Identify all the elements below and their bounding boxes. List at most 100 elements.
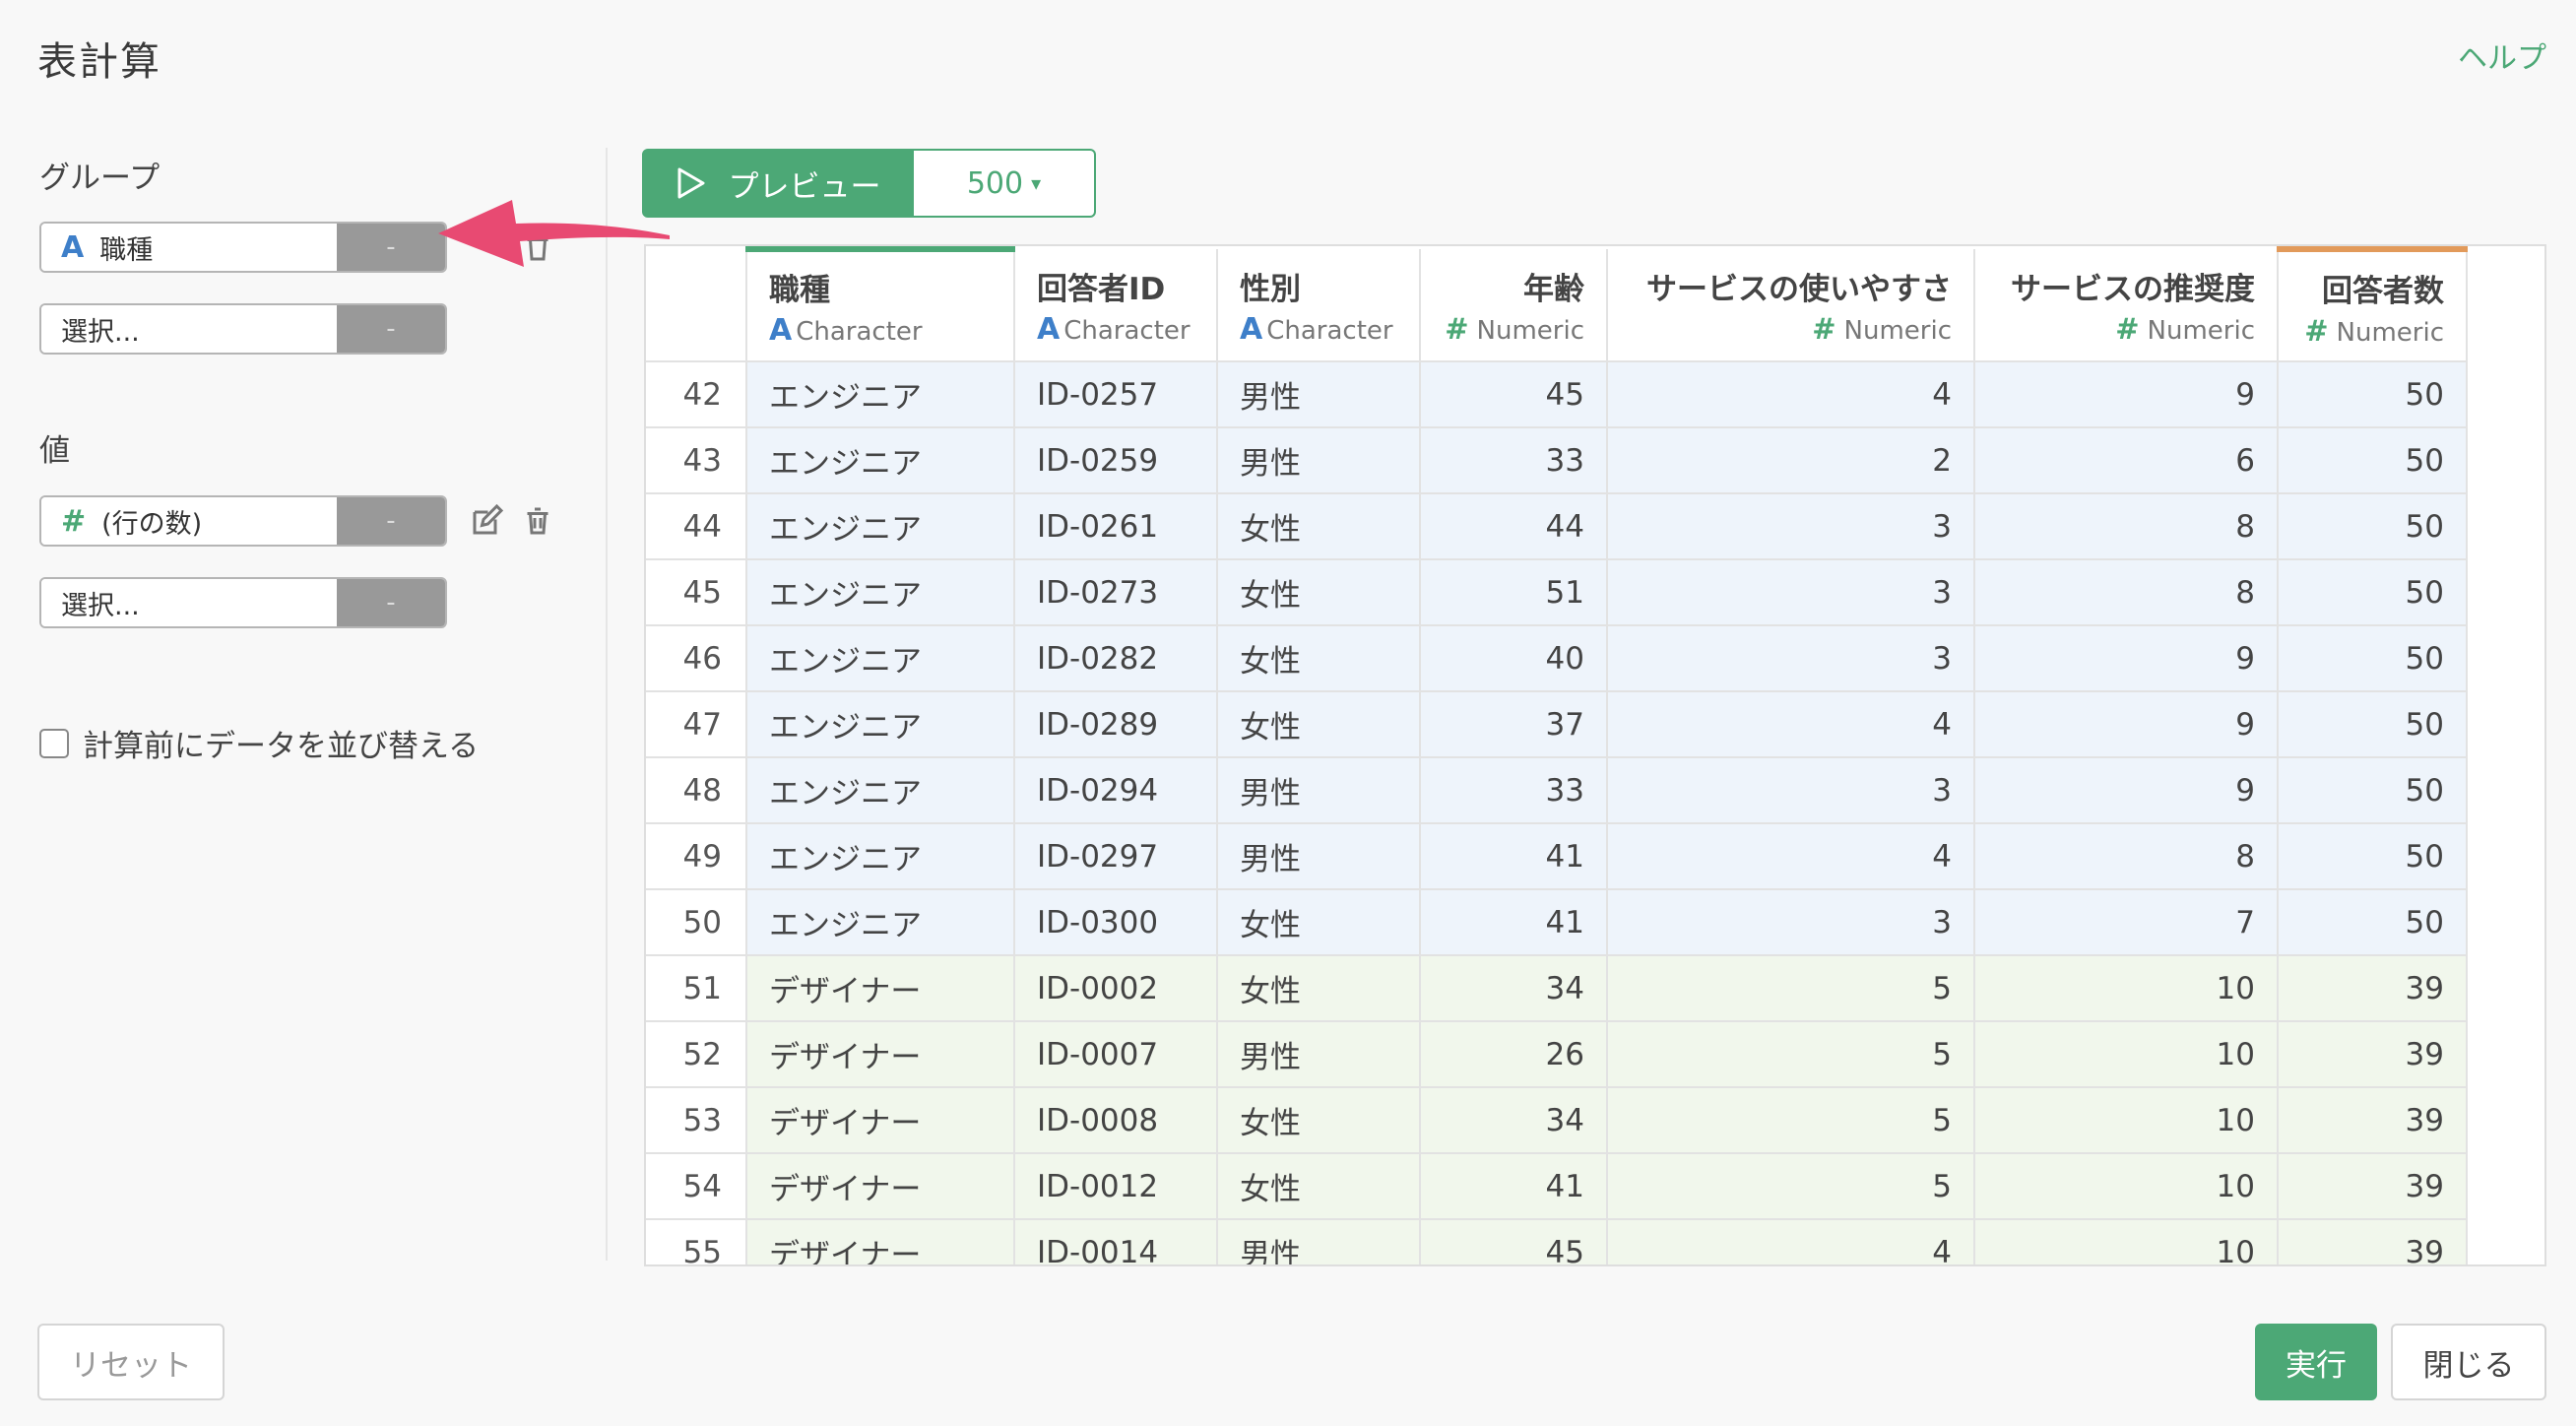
preview-count-select[interactable]: 500 ▾ [914, 149, 1096, 218]
table-cell: ID-0282 [1014, 625, 1218, 692]
panel-divider [606, 148, 608, 1261]
run-button[interactable]: 実行 [2255, 1324, 2377, 1400]
row-index: 54 [646, 1153, 747, 1220]
character-type-icon: A [61, 229, 85, 265]
row-index: 45 [646, 559, 747, 626]
numeric-type-icon: # [1812, 312, 1836, 346]
table-cell: ID-0294 [1014, 757, 1218, 824]
column-type: # Numeric [2300, 314, 2444, 348]
reset-button[interactable]: リセット [37, 1324, 225, 1400]
column-name: 回答者数 [2322, 273, 2444, 309]
column-name: サービスの使いやすさ [1646, 272, 1952, 307]
table-cell: 8 [1974, 823, 2279, 890]
table-cell: 33 [1420, 757, 1608, 824]
numeric-type-icon: # [1445, 312, 1469, 346]
column-header-occupation[interactable]: 職種 A Character [746, 246, 1015, 362]
table-cell: 4 [1607, 691, 1975, 758]
column-header-age[interactable]: 年齢 # Numeric [1420, 249, 1608, 362]
table-cell: 女性 [1217, 691, 1421, 758]
table-cell: 45 [1420, 361, 1608, 428]
group-select-2[interactable]: 選択... - [39, 303, 447, 355]
table-row[interactable]: 52 デザイナー ID-0007 男性 26 5 10 39 [646, 1021, 2468, 1088]
table-row[interactable]: 43 エンジニア ID-0259 男性 33 2 6 50 [646, 427, 2468, 494]
column-type: A Character [769, 313, 992, 348]
sort-before-calc-label: 計算前にデータを並び替える [83, 729, 480, 764]
preview-button[interactable]: プレビュー [642, 149, 914, 218]
table-row[interactable]: 44 エンジニア ID-0261 女性 44 3 8 50 [646, 493, 2468, 560]
group-select-2-remove-button[interactable]: - [337, 305, 445, 353]
value-select-1-remove-button[interactable]: - [337, 497, 445, 545]
value-select-1[interactable]: # (行の数) - [39, 495, 447, 547]
help-link[interactable]: ヘルプ [2458, 33, 2546, 77]
table-cell: 9 [1974, 361, 2279, 428]
value-section-label: 値 [39, 433, 70, 469]
group-select-1[interactable]: A 職種 - [39, 222, 447, 273]
table-cell: 10 [1974, 1153, 2279, 1220]
table-row[interactable]: 49 エンジニア ID-0297 男性 41 4 8 50 [646, 823, 2468, 890]
column-header-gender[interactable]: 性別 A Character [1217, 249, 1421, 362]
preview-toolbar: プレビュー 500 ▾ [642, 149, 1096, 218]
group-select-2-box[interactable]: 選択... [41, 305, 337, 353]
character-type-icon: A [1240, 311, 1263, 347]
table-cell: 3 [1607, 889, 1975, 956]
value-select-1-box[interactable]: # (行の数) [41, 497, 337, 545]
edit-icon[interactable] [469, 503, 504, 539]
preview-table[interactable]: 職種 A Character 回答者ID A Character 性別 A Chara… [644, 244, 2546, 1266]
table-row[interactable]: 45 エンジニア ID-0273 女性 51 3 8 50 [646, 559, 2468, 626]
table-row[interactable]: 47 エンジニア ID-0289 女性 37 4 9 50 [646, 691, 2468, 758]
column-header-recommendation[interactable]: サービスの推奨度 # Numeric [1974, 249, 2279, 362]
sort-before-calc-checkbox[interactable] [39, 728, 69, 758]
row-index: 51 [646, 955, 747, 1022]
column-header-respondent-count[interactable]: 回答者数 # Numeric [2278, 246, 2468, 362]
column-type-label: Numeric [2147, 316, 2255, 346]
table-cell: 9 [1974, 757, 2279, 824]
value-select-2[interactable]: 選択... - [39, 577, 447, 628]
table-cell: 6 [1974, 427, 2279, 494]
group-section-label: グループ [39, 161, 161, 196]
table-row[interactable]: 53 デザイナー ID-0008 女性 34 5 10 39 [646, 1087, 2468, 1154]
row-index: 44 [646, 493, 747, 560]
table-header-row: 職種 A Character 回答者ID A Character 性別 A Chara… [646, 246, 2468, 362]
table-cell: 41 [1420, 1153, 1608, 1220]
table-row[interactable]: 50 エンジニア ID-0300 女性 41 3 7 50 [646, 889, 2468, 956]
column-type-label: Character [1063, 315, 1191, 346]
table-cell: ID-0008 [1014, 1087, 1218, 1154]
table-cell: 9 [1974, 625, 2279, 692]
column-header-respondent-id[interactable]: 回答者ID A Character [1014, 249, 1218, 362]
table-cell: エンジニア [746, 361, 1015, 428]
table-cell: エンジニア [746, 427, 1015, 494]
table-row[interactable]: 54 デザイナー ID-0012 女性 41 5 10 39 [646, 1153, 2468, 1220]
table-cell: 50 [2278, 427, 2468, 494]
table-cell: 女性 [1217, 625, 1421, 692]
table-cell: デザイナー [746, 1021, 1015, 1088]
numeric-type-icon: # [2115, 312, 2140, 346]
table-cell: 4 [1607, 1219, 1975, 1264]
table-cell: 39 [2278, 1153, 2468, 1220]
column-name: 性別 [1240, 271, 1301, 307]
table-cell: 39 [2278, 1021, 2468, 1088]
table-cell: 男性 [1217, 1021, 1421, 1088]
close-button[interactable]: 閉じる [2391, 1324, 2546, 1400]
table-row[interactable]: 48 エンジニア ID-0294 男性 33 3 9 50 [646, 757, 2468, 824]
group-select-1-box[interactable]: A 職種 [41, 224, 337, 271]
row-index: 43 [646, 427, 747, 494]
table-cell: 50 [2278, 493, 2468, 560]
table-row[interactable]: 51 デザイナー ID-0002 女性 34 5 10 39 [646, 955, 2468, 1022]
column-type: A Character [1240, 312, 1397, 347]
table-cell: ID-0257 [1014, 361, 1218, 428]
sort-before-calc-row[interactable]: 計算前にデータを並び替える [39, 721, 479, 765]
value-select-2-remove-button[interactable]: - [337, 579, 445, 626]
table-cell: 9 [1974, 691, 2279, 758]
trash-icon[interactable] [520, 503, 555, 539]
table-cell: 39 [2278, 955, 2468, 1022]
row-index: 46 [646, 625, 747, 692]
column-header-usability[interactable]: サービスの使いやすさ # Numeric [1607, 249, 1975, 362]
preview-button-label: プレビュー [728, 168, 881, 205]
group-select-1-remove-button[interactable]: - [337, 224, 445, 271]
table-cell: 男性 [1217, 823, 1421, 890]
value-select-2-box[interactable]: 選択... [41, 579, 337, 626]
table-row[interactable]: 42 エンジニア ID-0257 男性 45 4 9 50 [646, 361, 2468, 428]
table-row[interactable]: 46 エンジニア ID-0282 女性 40 3 9 50 [646, 625, 2468, 692]
table-row[interactable]: 55 デザイナー ID-0014 男性 45 4 10 39 [646, 1219, 2468, 1264]
table-cell: 37 [1420, 691, 1608, 758]
